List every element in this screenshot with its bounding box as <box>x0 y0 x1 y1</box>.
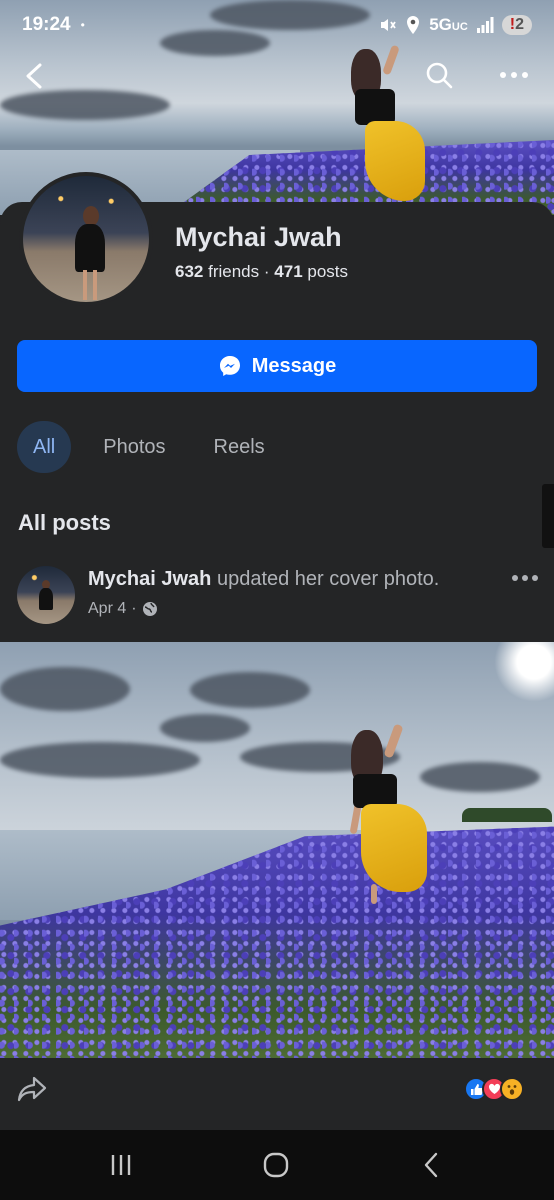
wow-icon <box>500 1077 524 1101</box>
post-photo[interactable] <box>0 642 554 1058</box>
status-bar: 19:24 • 5GUC !2 <box>0 0 554 50</box>
location-icon <box>407 16 420 34</box>
status-time: 19:24 <box>22 14 71 35</box>
tab-reels[interactable]: Reels <box>198 421 281 473</box>
post-cloud <box>0 742 200 778</box>
signal-icon <box>476 17 494 33</box>
posts-count: 471 <box>274 262 303 281</box>
home-icon[interactable] <box>262 1152 290 1178</box>
post-date[interactable]: Apr 4 <box>88 600 126 618</box>
stats-separator: · <box>263 262 270 281</box>
profile-tabs: All Photos Reels <box>17 421 281 473</box>
status-icons: 5GUC !2 <box>377 15 532 35</box>
recent-apps-icon[interactable] <box>108 1152 134 1178</box>
message-button[interactable]: Message <box>17 340 537 392</box>
post-date-line: Apr 4 · <box>88 600 158 618</box>
status-dot: • <box>80 18 85 32</box>
post-more-options-icon[interactable] <box>510 568 540 588</box>
profile-stats: 632 friends · 471 posts <box>175 262 348 282</box>
friends-count[interactable]: 632 <box>175 262 203 281</box>
top-bar <box>0 50 554 102</box>
search-icon[interactable] <box>424 60 454 90</box>
post-cloud <box>160 714 250 742</box>
post-footer <box>0 1058 554 1122</box>
back-arrow-icon[interactable] <box>22 62 46 90</box>
messenger-icon <box>219 356 240 376</box>
post-header: Mychai Jwah updated her cover photo. Apr… <box>17 566 554 626</box>
profile-name: Mychai Jwah <box>175 222 342 252</box>
post-cloud <box>420 762 540 792</box>
friends-label[interactable]: friends <box>208 262 259 281</box>
post-cloud <box>190 672 310 708</box>
notification-badge: !2 <box>501 15 532 35</box>
tab-photos[interactable]: Photos <box>87 421 181 473</box>
tab-all[interactable]: All <box>17 421 72 473</box>
message-button-label: Message <box>251 354 337 377</box>
post-author-avatar[interactable] <box>17 566 75 624</box>
post-author-line: Mychai Jwah updated her cover photo. <box>88 568 439 591</box>
network-label: 5GUC <box>429 15 468 34</box>
post-author-name[interactable]: Mychai Jwah <box>88 568 211 590</box>
globe-icon <box>142 602 157 616</box>
profile-avatar[interactable] <box>19 172 153 306</box>
mute-vibrate-icon <box>381 19 396 31</box>
section-title: All posts <box>18 510 111 535</box>
share-icon[interactable] <box>16 1074 48 1104</box>
post-action-text: updated her cover photo. <box>216 568 440 590</box>
post-date-separator: · <box>131 600 137 617</box>
system-nav-bar <box>0 1130 554 1200</box>
post-cloud <box>0 667 130 711</box>
post-woman-figure <box>345 723 435 904</box>
reaction-summary[interactable] <box>464 1077 524 1101</box>
back-icon[interactable] <box>420 1152 444 1178</box>
posts-label: posts <box>307 262 349 281</box>
scrollbar-thumb[interactable] <box>542 484 554 548</box>
more-options-icon[interactable] <box>498 60 530 90</box>
